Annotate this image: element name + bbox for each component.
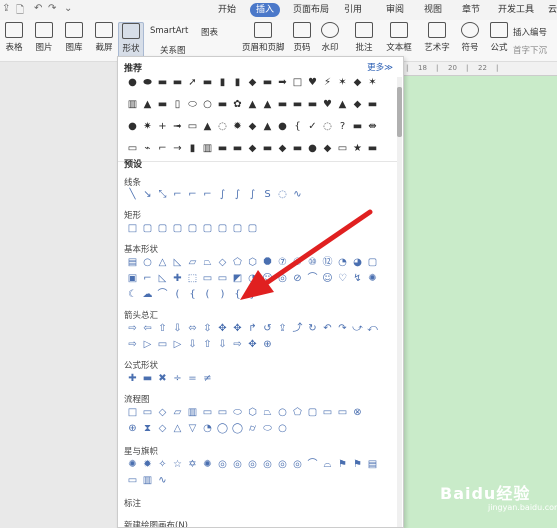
annotation-arrow bbox=[240, 209, 373, 300]
annotation-arrow-shaft bbox=[259, 209, 373, 289]
annotation-arrow-head bbox=[240, 270, 274, 300]
